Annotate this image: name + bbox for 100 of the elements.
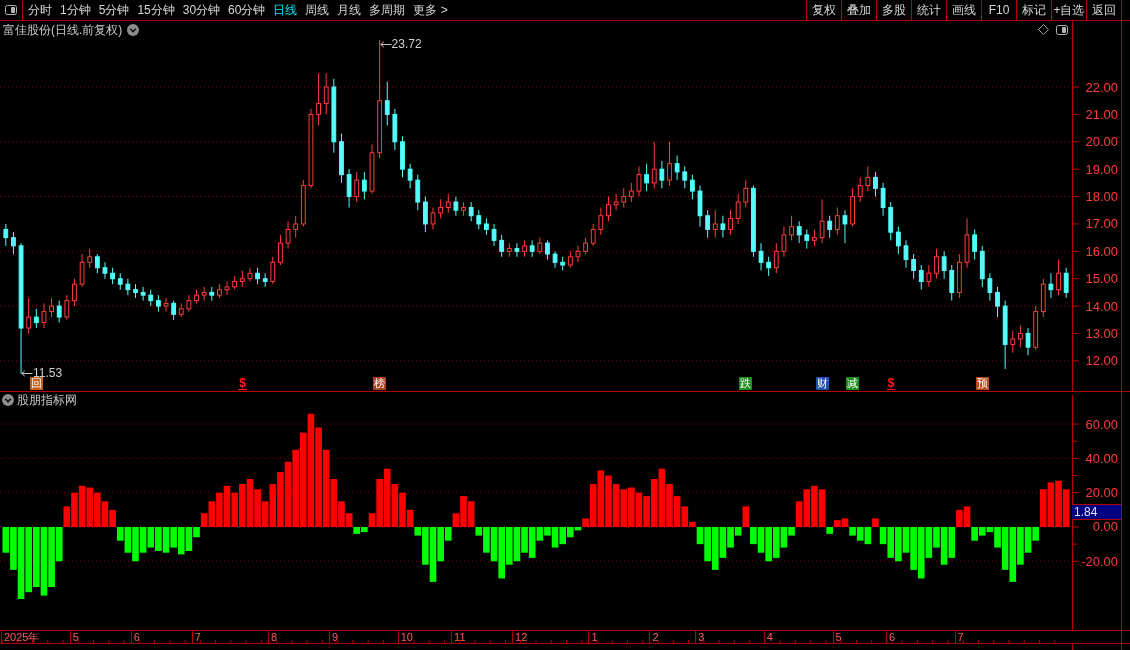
period-tab[interactable]: 30分钟: [178, 0, 225, 20]
current-value-label: 1.84: [1072, 504, 1121, 520]
bar: [1039, 489, 1047, 527]
period-tab[interactable]: 60分钟: [224, 0, 270, 20]
period-tab[interactable]: 1分钟: [56, 0, 95, 20]
bar: [155, 526, 162, 551]
dropdown-circle-icon[interactable]: [2, 394, 14, 406]
axis-label: 40.00: [1085, 451, 1118, 465]
bar: [956, 509, 963, 527]
bar: [650, 478, 658, 527]
bar: [483, 526, 490, 553]
bar: [231, 492, 238, 527]
bar: [376, 478, 383, 527]
bar: [429, 526, 437, 582]
bar: [978, 526, 986, 536]
bar: [628, 487, 635, 527]
bar: [925, 526, 933, 558]
bar: [147, 526, 155, 548]
bar: [223, 485, 231, 527]
bar: [1024, 526, 1032, 553]
bar: [681, 506, 689, 527]
bar: [513, 526, 521, 562]
bar: [780, 526, 788, 548]
bar: [612, 484, 620, 527]
bar: [910, 526, 917, 570]
bar: [994, 526, 1001, 548]
bar: [605, 475, 612, 527]
bar: [772, 526, 780, 558]
date-axis-label: 6: [885, 631, 896, 643]
toolbar-button[interactable]: 返回: [1086, 0, 1121, 20]
bar: [246, 478, 254, 527]
bar: [917, 526, 925, 579]
bar: [460, 496, 467, 527]
toolbar-button[interactable]: F10: [981, 0, 1016, 20]
toolbar-button[interactable]: 画线: [946, 0, 981, 20]
bar: [467, 501, 475, 527]
bar: [2, 526, 10, 553]
bar: [849, 526, 856, 536]
toolbar-button[interactable]: 复权: [806, 0, 841, 20]
toolbar-button[interactable]: 统计: [911, 0, 946, 20]
bar: [55, 526, 63, 562]
bar: [162, 526, 170, 553]
toolbar-button[interactable]: 叠加: [841, 0, 876, 20]
bar: [788, 526, 795, 536]
period-tab[interactable]: 日线: [269, 0, 302, 20]
axis-label: 21.00: [1085, 107, 1118, 121]
axis-label: 16.00: [1085, 244, 1118, 258]
bar: [71, 492, 78, 527]
period-tab[interactable]: 多周期: [365, 0, 410, 20]
toolbar-button[interactable]: +自选: [1051, 0, 1086, 20]
diamond-icon[interactable]: [1038, 24, 1049, 35]
bar: [307, 413, 315, 527]
date-axis-label: 10: [397, 631, 413, 643]
bar: [254, 489, 261, 527]
bar: [383, 468, 391, 527]
bar: [490, 526, 498, 562]
period-tab[interactable]: 月线: [333, 0, 366, 20]
bar: [101, 501, 109, 527]
bar: [803, 489, 811, 527]
toolbar-button[interactable]: 多股: [876, 0, 911, 20]
bar: [48, 526, 55, 588]
dropdown-circle-icon[interactable]: [127, 23, 140, 36]
bar: [963, 506, 971, 527]
date-axis-label: 5: [69, 631, 79, 643]
bar: [300, 432, 307, 527]
bar: [1017, 526, 1024, 565]
period-tab[interactable]: 5分钟: [94, 0, 134, 20]
period-tab[interactable]: 15分钟: [133, 0, 179, 20]
date-axis-label: 9: [329, 631, 339, 643]
period-tab[interactable]: 分时: [24, 0, 56, 20]
bar: [292, 449, 300, 527]
period-tab[interactable]: 更多 >: [409, 0, 452, 20]
bar: [750, 526, 757, 545]
bar: [536, 526, 544, 541]
axis-label: 0.00: [1092, 520, 1118, 534]
date-axis-label: 6: [130, 631, 140, 643]
period-tab[interactable]: 周线: [301, 0, 334, 20]
bar: [589, 484, 597, 527]
axis-label: 60.00: [1085, 417, 1118, 431]
date-axis-label: 5: [832, 631, 842, 643]
axis-label: 19.00: [1085, 162, 1118, 176]
bar: [811, 485, 818, 527]
bar: [10, 526, 17, 570]
date-axis-label: 12: [512, 631, 528, 643]
bar: [818, 489, 826, 527]
bar: [856, 526, 864, 541]
bar: [689, 521, 696, 527]
bar: [940, 526, 948, 565]
bar: [948, 526, 956, 558]
bar: [1001, 526, 1009, 570]
axis-label: 12.00: [1085, 354, 1118, 368]
bar: [544, 526, 551, 536]
toolbar-button[interactable]: 标记: [1016, 0, 1051, 20]
bar: [124, 526, 132, 553]
date-axis-label: 2: [649, 631, 659, 643]
bar: [643, 496, 650, 527]
bar: [933, 526, 940, 548]
bar: [1009, 526, 1017, 582]
axis-label: 22.00: [1085, 80, 1118, 94]
bar: [208, 501, 216, 527]
